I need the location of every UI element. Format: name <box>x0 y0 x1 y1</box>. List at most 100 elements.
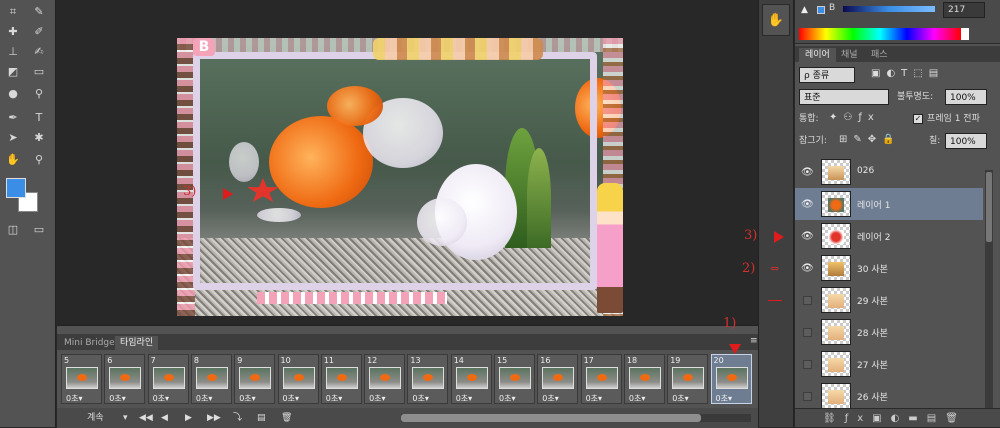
layer-row[interactable]: 👁 30 사본 <box>795 252 983 285</box>
spectrum-white[interactable] <box>961 28 969 40</box>
panel-menu-icon[interactable]: ≡ <box>745 334 763 348</box>
opacity-label: 불투명도: <box>897 92 934 102</box>
timeline-frame[interactable]: 13 0초▾ <box>407 354 449 404</box>
visibility-toggle[interactable] <box>803 296 812 305</box>
opacity-field[interactable]: 100% <box>945 89 987 105</box>
layer-row[interactable]: 29 사본 <box>795 284 983 317</box>
filter-kind-select[interactable]: ρ 종류 <box>799 67 855 83</box>
foreground-color-swatch[interactable] <box>6 178 26 198</box>
timeline-frame[interactable]: 15 0초▾ <box>494 354 535 404</box>
timeline-frame[interactable]: 6 0초▾ <box>104 354 146 404</box>
tool-presets-icon[interactable]: ✋ <box>762 4 790 36</box>
fill-field[interactable]: 100% <box>945 133 987 149</box>
eyedropper-icon[interactable]: ✎ <box>28 2 50 22</box>
timeline-frame[interactable]: 18 0초▾ <box>623 354 665 404</box>
timeline-frame[interactable]: 16 0초▾ <box>537 354 579 404</box>
timeline-frame[interactable]: 20 0초▾ <box>710 354 752 404</box>
frame-delay-select[interactable]: 0초▾ <box>369 393 385 404</box>
clone-stamp-icon[interactable]: ⊥ <box>2 42 24 62</box>
tab-timeline[interactable]: 타임라인 <box>115 336 159 350</box>
pen-icon[interactable]: ✒ <box>2 108 24 128</box>
trash-icon[interactable]: 🗑 <box>281 411 292 425</box>
zoom-icon[interactable]: ⚲ <box>28 150 50 170</box>
brush-icon[interactable]: ✐ <box>28 22 50 42</box>
frame-delay-select[interactable]: 0초▾ <box>499 393 515 404</box>
timeline-frame[interactable]: 5 0초▾ <box>61 354 102 404</box>
layer-row[interactable]: 👁 레이어 1 <box>795 188 983 221</box>
timeline-frame[interactable]: 7 0초▾ <box>147 354 189 404</box>
layer-row[interactable]: 27 사본 <box>795 348 983 381</box>
unify-icons[interactable]: ✦⚇ƒx <box>829 112 880 123</box>
layers-scrollbar[interactable] <box>985 170 993 408</box>
prev-frame-icon[interactable]: ◀ <box>161 411 168 425</box>
timeline-frame[interactable]: 10 0초▾ <box>277 354 319 404</box>
history-brush-icon[interactable]: ✍ <box>28 42 50 62</box>
gradient-icon[interactable]: ▭ <box>28 62 50 82</box>
duplicate-frame-icon[interactable]: ▤ <box>257 411 266 425</box>
timeline-frame[interactable]: 9 0초▾ <box>234 354 276 404</box>
frame-delay-select[interactable]: 0초▾ <box>586 393 602 404</box>
eye-icon[interactable]: 👁 <box>801 263 814 275</box>
hand-icon[interactable]: ✋ <box>2 150 24 170</box>
timeline-frame[interactable]: 14 0초▾ <box>450 354 492 404</box>
frame-delay-select[interactable]: 0초▾ <box>239 393 255 404</box>
filter-icons[interactable]: ▣◐T⬚▤ <box>871 68 944 79</box>
visibility-toggle[interactable] <box>803 328 812 337</box>
first-frame-icon[interactable]: ◀◀ <box>139 411 153 425</box>
blue-channel-slider[interactable] <box>843 6 935 12</box>
text-icon[interactable]: T <box>28 108 50 128</box>
document-canvas[interactable]: B 3) <box>177 38 623 316</box>
layer-row[interactable]: 👁 레이어 2 <box>795 220 983 253</box>
loop-dropdown-icon[interactable]: ▾ <box>123 411 128 425</box>
tab-layers[interactable]: 레이어 <box>799 48 836 62</box>
tab-channels[interactable]: 채널 <box>835 48 864 62</box>
timeline-frame[interactable]: 12 0초▾ <box>364 354 406 404</box>
frame-delay-select[interactable]: 0초▾ <box>196 393 212 404</box>
frame-delay-select[interactable]: 0초▾ <box>629 393 645 404</box>
eraser-icon[interactable]: ◩ <box>2 62 24 82</box>
propagate-checkbox[interactable]: ✓ <box>913 114 923 124</box>
frame-delay-select[interactable]: 0초▾ <box>283 393 299 404</box>
frame-delay-select[interactable]: 0초▾ <box>542 393 558 404</box>
quick-mask-icon[interactable]: ◫ <box>2 220 24 240</box>
lock-icons[interactable]: ⊞✎✥🔒 <box>839 134 901 145</box>
layer-row[interactable]: 28 사본 <box>795 316 983 349</box>
frame-delay-select[interactable]: 0초▾ <box>456 393 472 404</box>
frame-delay-select[interactable]: 0초▾ <box>412 393 428 404</box>
tab-paths[interactable]: 패스 <box>865 48 894 62</box>
eye-icon[interactable]: 👁 <box>801 231 814 243</box>
blur-icon[interactable]: ● <box>2 84 24 104</box>
crop-icon[interactable]: ⌗ <box>2 2 24 22</box>
frame-delay-select[interactable]: 0초▾ <box>153 393 169 404</box>
shape-icon[interactable]: ✱ <box>28 128 50 148</box>
tab-mini-bridge[interactable]: Mini Bridge <box>59 336 120 350</box>
frame-delay-select[interactable]: 0초▾ <box>109 393 125 404</box>
timeline-scrollbar[interactable] <box>401 414 751 422</box>
healing-brush-icon[interactable]: ✚ <box>2 22 24 42</box>
blend-mode-select[interactable]: 표준 <box>799 89 889 105</box>
channel-value-field[interactable]: 217 <box>943 2 985 18</box>
frame-delay-select[interactable]: 0초▾ <box>66 393 82 404</box>
frame-delay-select[interactable]: 0초▾ <box>672 393 688 404</box>
frame-delay-select[interactable]: 0초▾ <box>326 393 342 404</box>
color-spectrum[interactable] <box>799 28 961 40</box>
timeline-frame[interactable]: 17 0초▾ <box>580 354 622 404</box>
play-icon[interactable]: ▶ <box>185 411 192 425</box>
eye-icon[interactable]: 👁 <box>801 199 814 211</box>
timeline-frame[interactable]: 19 0초▾ <box>667 354 709 404</box>
layer-row[interactable]: 👁 026 <box>795 156 983 189</box>
path-select-icon[interactable]: ➤ <box>2 128 24 148</box>
next-frame-icon[interactable]: ▶▶ <box>207 411 221 425</box>
lock-row: 잠그기: ⊞✎✥🔒 칠: 100% <box>795 130 1000 152</box>
screen-mode-icon[interactable]: ▭ <box>28 220 50 240</box>
timeline-frame[interactable]: 8 0초▾ <box>190 354 232 404</box>
visibility-toggle[interactable] <box>803 360 812 369</box>
eye-icon[interactable]: 👁 <box>801 167 814 179</box>
visibility-toggle[interactable] <box>803 392 812 401</box>
dodge-icon[interactable]: ⚲ <box>28 84 50 104</box>
timeline-frame[interactable]: 11 0초▾ <box>320 354 362 404</box>
color-swatch[interactable] <box>817 6 825 14</box>
frame-delay-select[interactable]: 0초▾ <box>716 393 732 404</box>
loop-select[interactable]: 계속 <box>87 411 104 425</box>
tween-icon[interactable]: ⤵ <box>233 411 242 425</box>
